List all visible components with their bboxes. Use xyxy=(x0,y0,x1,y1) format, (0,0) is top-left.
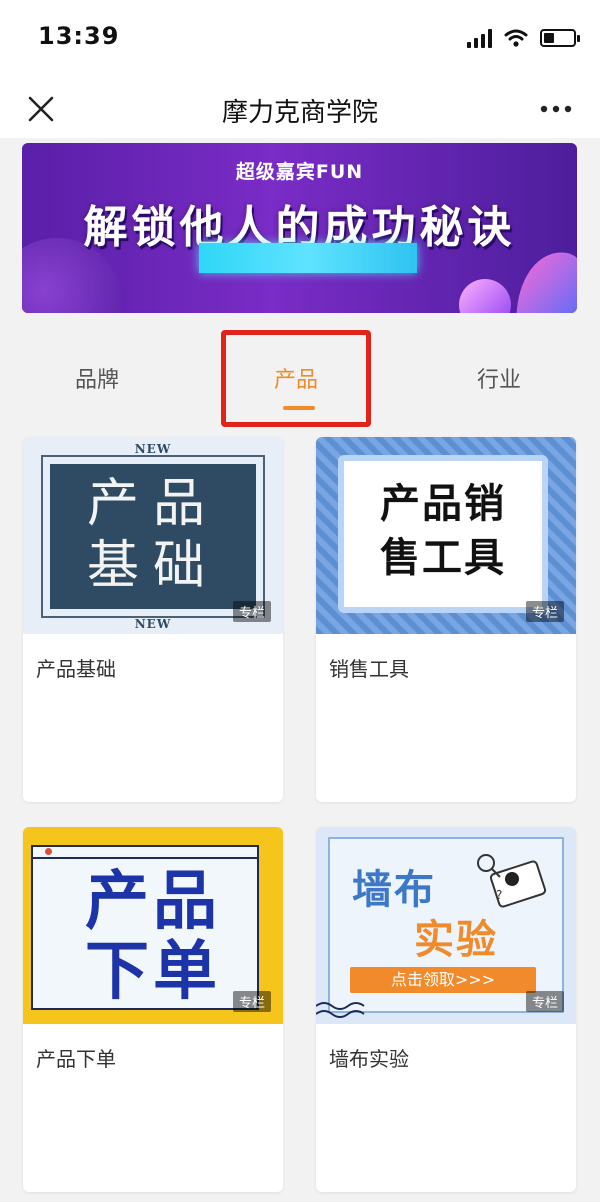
banner-blob-decoration xyxy=(459,252,577,313)
banner[interactable]: 超级嘉宾FUN 解锁他人的成功秘诀 xyxy=(22,143,577,313)
course-card-wallcloth-experiment[interactable]: 墙布 实验 ? 点击领取>>> 专栏 墙布实验 xyxy=(316,827,576,1192)
highlight-box xyxy=(221,330,371,427)
thumbnail-cta: 点击领取>>> xyxy=(350,967,536,993)
thumbnail-title-line: 售工具 xyxy=(380,534,506,581)
more-icon[interactable] xyxy=(536,94,576,124)
status-icons xyxy=(467,26,580,50)
banner-glow-bar xyxy=(199,243,417,273)
battery-fill xyxy=(544,33,554,43)
card-title: 产品基础 xyxy=(36,657,116,681)
experiment-illustration-icon: ? xyxy=(477,854,547,908)
column-badge: 专栏 xyxy=(232,991,271,1012)
column-badge: 专栏 xyxy=(525,991,564,1012)
card-thumbnail: 墙布 实验 ? 点击领取>>> 专栏 xyxy=(316,827,576,1024)
card-thumbnail: 产品 下单 专栏 xyxy=(23,827,283,1024)
column-badge: 专栏 xyxy=(525,601,564,622)
wifi-icon xyxy=(504,29,528,47)
card-title: 墙布实验 xyxy=(329,1047,409,1071)
new-label-top: NEW xyxy=(134,442,172,456)
thumbnail-title-line: 产品 xyxy=(86,474,219,534)
thumbnail-word-2: 实验 xyxy=(414,917,498,963)
svg-text:?: ? xyxy=(496,888,502,902)
status-bar: 13:39 xyxy=(0,0,600,80)
card-title: 产品下单 xyxy=(36,1047,116,1071)
thumbnail-title-line: 产品 xyxy=(85,865,221,939)
thumbnail-title-line: 产品销 xyxy=(380,480,506,527)
course-card-sales-tools[interactable]: 产品销 售工具 专栏 销售工具 xyxy=(316,437,576,802)
card-thumbnail: NEW NEW 产品 基础 专栏 xyxy=(23,437,283,634)
thumbnail-title: 产品 基础 xyxy=(50,473,256,597)
category-tabs: 品牌 产品 行业 xyxy=(0,330,600,430)
thumbnail-title: 产品销 售工具 xyxy=(338,477,548,585)
tab-brand[interactable]: 品牌 xyxy=(75,362,119,394)
banner-subtitle: 超级嘉宾FUN xyxy=(235,161,364,183)
window-dot-icon xyxy=(45,848,52,855)
page-title: 摩力克商学院 xyxy=(221,98,378,128)
thumbnail-title: 产品 下单 xyxy=(53,867,253,1007)
card-thumbnail: 产品销 售工具 专栏 xyxy=(316,437,576,634)
battery-icon xyxy=(540,29,580,47)
tab-industry[interactable]: 行业 xyxy=(477,362,521,394)
card-title: 销售工具 xyxy=(329,657,409,681)
status-time: 13:39 xyxy=(38,22,120,50)
thumbnail-title-line: 下单 xyxy=(85,935,221,1009)
nav-bar: 摩力克商学院 xyxy=(0,80,600,138)
thumbnail-title-line: 基础 xyxy=(86,536,219,596)
course-card-product-basics[interactable]: NEW NEW 产品 基础 专栏 产品基础 xyxy=(23,437,283,802)
course-card-product-order[interactable]: 产品 下单 专栏 产品下单 xyxy=(23,827,283,1192)
signal-icon xyxy=(467,28,492,48)
thumbnail-window-bar xyxy=(31,845,259,859)
column-badge: 专栏 xyxy=(232,601,271,622)
